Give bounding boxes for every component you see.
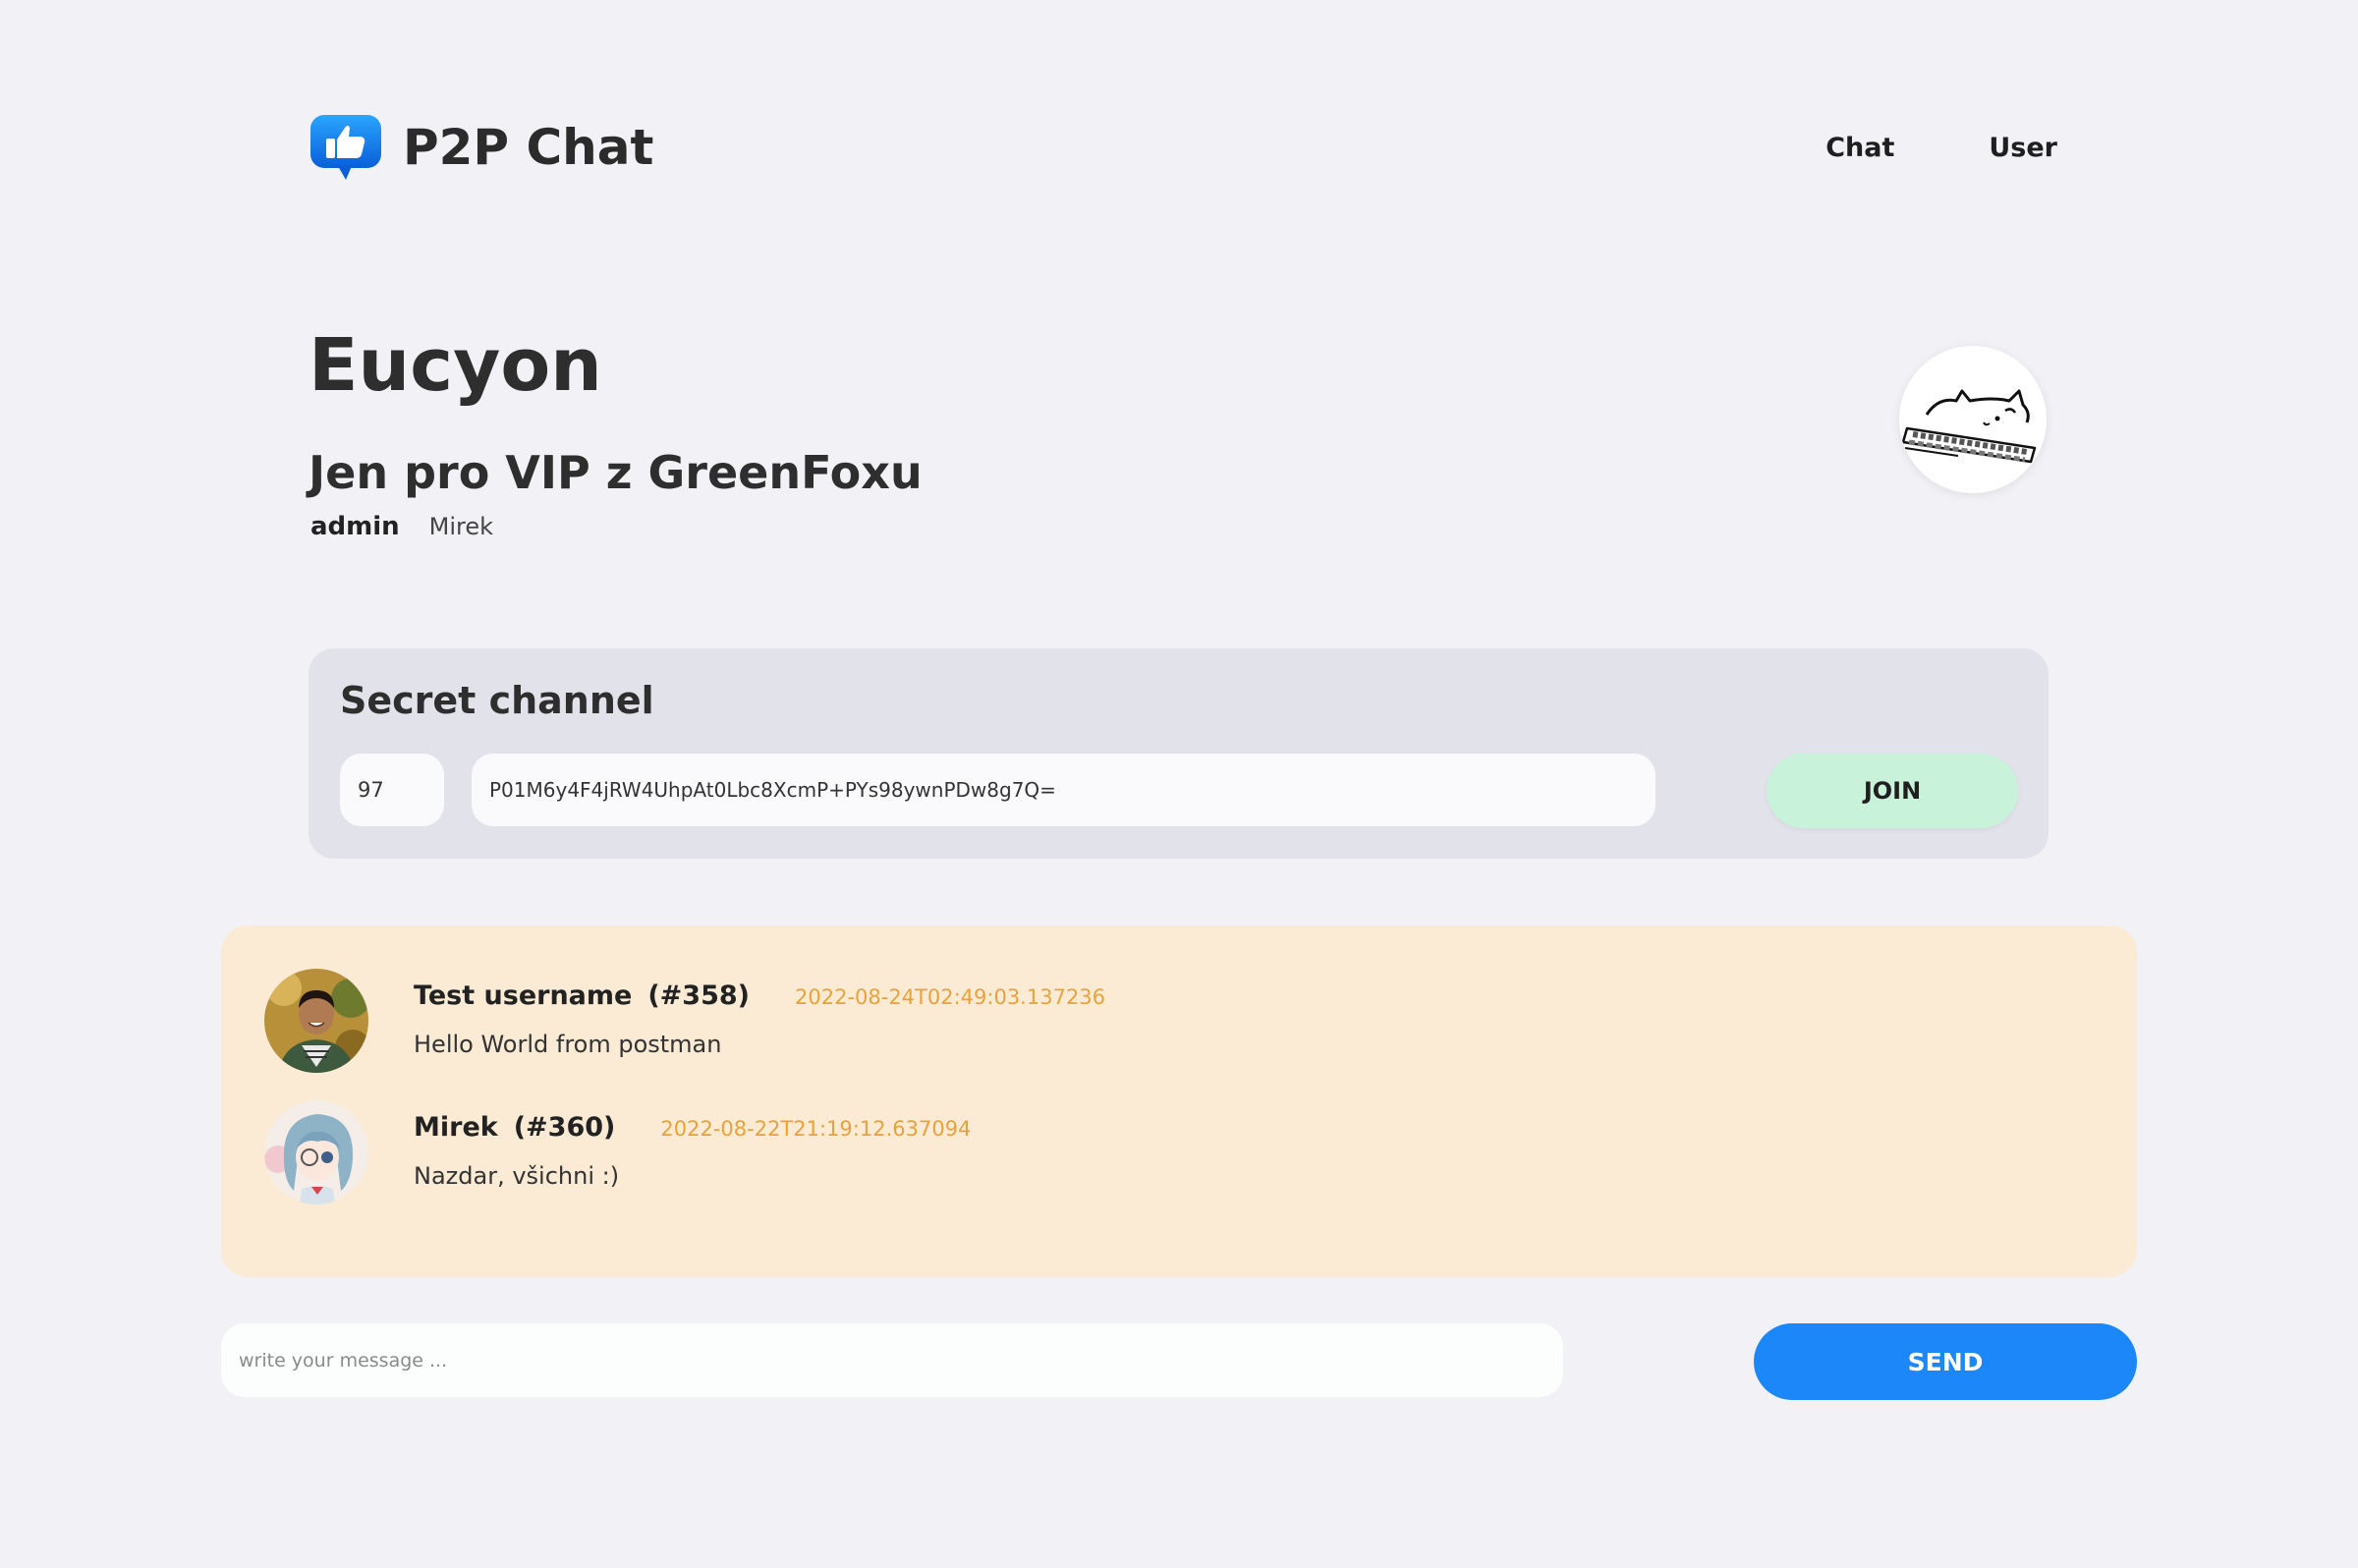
message-header: Mirek (#360) 2022-08-22T21:19:12.637094 <box>414 1112 971 1143</box>
message-timestamp: 2022-08-24T02:49:03.137236 <box>795 985 1106 1009</box>
secret-channel-title: Secret channel <box>340 679 654 722</box>
cat-on-keyboard-icon <box>1901 389 2037 464</box>
brand-title: P2P Chat <box>403 119 654 176</box>
channel-key-input[interactable] <box>472 754 1656 826</box>
avatar[interactable] <box>264 1100 368 1204</box>
logo[interactable]: P2P Chat <box>309 113 653 182</box>
send-button[interactable]: SEND <box>1754 1323 2137 1400</box>
message-username[interactable]: Mirek <box>414 1112 498 1143</box>
nav-chat-link[interactable]: Chat <box>1825 133 1894 163</box>
message-user-id: (#360) <box>513 1112 616 1143</box>
room-avatar <box>1899 346 2047 493</box>
message-header: Test username (#358) 2022-08-24T02:49:03… <box>414 980 1105 1011</box>
top-nav: Chat User <box>1731 113 2057 182</box>
man-photo-avatar-icon <box>264 969 368 1073</box>
thumbs-up-chat-bubble-icon <box>310 115 381 180</box>
message-user-id: (#358) <box>647 980 750 1011</box>
message-input[interactable] <box>221 1323 1563 1397</box>
join-button[interactable]: JOIN <box>1767 754 2018 828</box>
nav-user-link[interactable]: User <box>1989 133 2057 163</box>
room-title: Eucyon <box>309 323 602 408</box>
message-timestamp: 2022-08-22T21:19:12.637094 <box>660 1117 972 1141</box>
room-description: Jen pro VIP z GreenFoxu <box>309 446 923 499</box>
anime-girl-avatar-icon <box>264 1100 368 1204</box>
message-text: Nazdar, všichni :) <box>414 1162 620 1190</box>
message-item: Mirek (#360) 2022-08-22T21:19:12.637094 … <box>264 1100 2033 1206</box>
message-item: Test username (#358) 2022-08-24T02:49:03… <box>264 969 2033 1075</box>
room-owner: Mirek <box>428 513 494 540</box>
secret-channel-panel: Secret channel JOIN <box>309 648 2049 859</box>
avatar[interactable] <box>264 969 368 1073</box>
message-text: Hello World from postman <box>414 1031 722 1058</box>
message-list: Test username (#358) 2022-08-24T02:49:03… <box>221 925 2137 1277</box>
app-header: P2P Chat Chat User <box>309 113 2057 182</box>
room-meta: admin Mirek <box>310 511 493 542</box>
channel-id-input[interactable] <box>340 754 444 826</box>
message-username[interactable]: Test username <box>414 980 632 1011</box>
room-role: admin <box>310 512 400 541</box>
